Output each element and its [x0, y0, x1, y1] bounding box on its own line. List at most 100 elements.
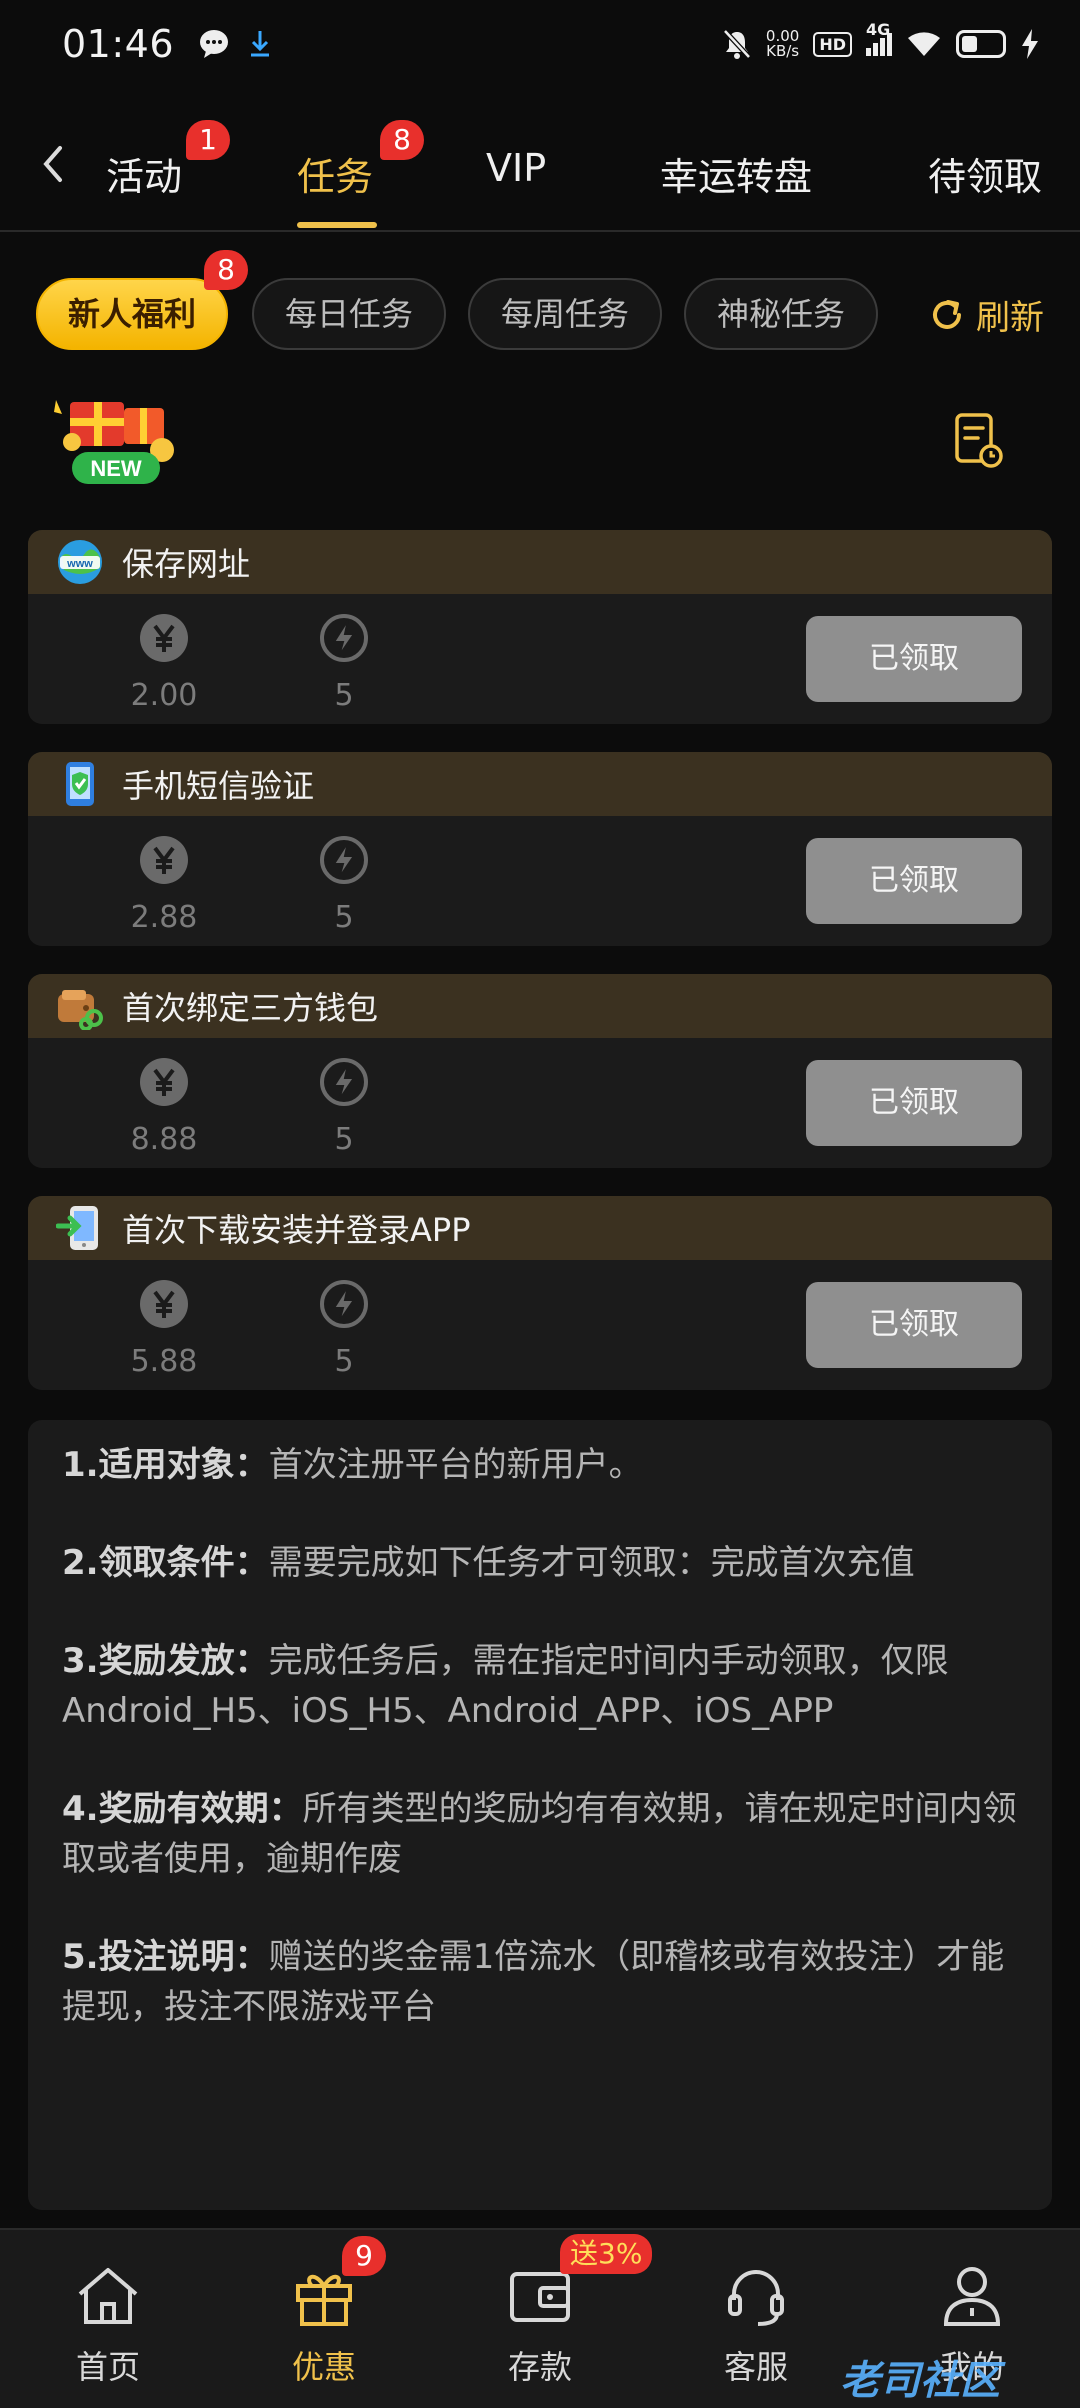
wallet-link-icon: [58, 990, 103, 1030]
rule-heading: 5.投注说明：: [62, 1937, 269, 1977]
mute-bell-icon: [723, 29, 751, 59]
money-value: 5.88: [130, 1344, 198, 1379]
net-speed-unit: KB/s: [766, 42, 800, 60]
rule-heading: 2.领取条件：: [62, 1543, 269, 1583]
rule-text: 需要完成如下任务才可领取：完成首次充值: [268, 1543, 915, 1583]
money-value: 2.88: [130, 900, 198, 935]
yen-coin-icon: [140, 836, 188, 884]
phone-shield-icon: [66, 762, 94, 806]
active-tab-indicator: [297, 222, 377, 228]
rule-heading: 4.奖励有效期：: [62, 1789, 303, 1829]
money-value: 2.00: [130, 678, 198, 713]
refresh-button[interactable]: 刷新: [928, 290, 1044, 339]
new-gift-icon: NEW: [54, 400, 174, 484]
money-reward: 5.88: [104, 1278, 224, 1379]
points-value: 5: [334, 1122, 354, 1157]
points-value: 5: [334, 1344, 354, 1379]
network-label: 4G: [866, 20, 891, 39]
lightning-icon: [320, 614, 368, 662]
chip-newbie-badge: 8: [204, 250, 248, 290]
task-title: 保存网址: [122, 545, 251, 583]
rule-item: 1.适用对象：首次注册平台的新用户。: [62, 1440, 1024, 1490]
user-icon: [943, 2267, 1001, 2326]
task-card-sms-verify: 手机短信验证 2.88 5 已领取: [28, 752, 1052, 946]
points-value: 5: [334, 900, 354, 935]
download-arrow-icon: [251, 31, 270, 57]
rule-text: 首次注册平台的新用户。: [268, 1445, 643, 1485]
claimed-button[interactable]: 已领取: [806, 838, 1022, 924]
wifi-icon: [908, 32, 940, 56]
refresh-label: 刷新: [976, 298, 1044, 338]
task-title: 首次绑定三方钱包: [122, 989, 379, 1027]
nav-customer-service[interactable]: 客服: [686, 2264, 826, 2388]
hd-badge: HD: [813, 31, 852, 57]
tab-lucky-wheel[interactable]: 幸运转盘: [660, 146, 812, 201]
new-badge-text: NEW: [90, 456, 142, 481]
points-reward: 5: [284, 834, 404, 935]
chat-bubble-icon: [200, 30, 229, 58]
tab-vip[interactable]: VIP: [486, 146, 546, 190]
net-speed: 0.00 KB/s: [766, 29, 799, 59]
rule-item: 4.奖励有效期：所有类型的奖励均有有效期，请在规定时间内领取或者使用，逾期作废: [62, 1784, 1024, 1884]
battery-icon: [956, 30, 1006, 58]
svg-text:www: www: [66, 558, 93, 570]
nav-deposit[interactable]: 存款: [470, 2264, 610, 2388]
task-title: 手机短信验证: [122, 767, 315, 805]
tab-activity[interactable]: 活动: [106, 146, 182, 201]
yen-coin-icon: [140, 1280, 188, 1328]
tab-tasks[interactable]: 任务: [297, 146, 373, 201]
points-reward: 5: [284, 612, 404, 713]
task-record-icon[interactable]: [954, 412, 1004, 468]
rule-item: 2.领取条件：需要完成如下任务才可领取：完成首次充值: [62, 1538, 1024, 1588]
lightning-icon: [320, 1058, 368, 1106]
points-value: 5: [334, 678, 354, 713]
status-time: 01:46: [62, 22, 175, 66]
lightning-icon: [320, 836, 368, 884]
refresh-icon: [933, 299, 961, 329]
www-globe-icon: www: [58, 540, 102, 584]
money-reward: 2.00: [104, 612, 224, 713]
money-reward: 8.88: [104, 1056, 224, 1157]
chip-weekly-tasks[interactable]: 每周任务: [468, 278, 662, 350]
nav-promotions[interactable]: 优惠: [254, 2264, 394, 2388]
points-reward: 5: [284, 1278, 404, 1379]
tab-tasks-badge: 8: [380, 120, 424, 160]
charging-bolt-icon: [1022, 29, 1038, 59]
money-value: 8.88: [130, 1122, 198, 1157]
back-arrow-icon[interactable]: [34, 144, 74, 184]
top-tab-bar: 活动 1 任务 8 VIP 幸运转盘 待领取: [0, 100, 1080, 232]
cell-signal: 4G: [866, 20, 892, 56]
chip-newbie-welfare[interactable]: 新人福利: [36, 278, 228, 350]
money-reward: 2.88: [104, 834, 224, 935]
nav-label: 存款: [507, 2348, 572, 2386]
chip-mystery-tasks[interactable]: 神秘任务: [684, 278, 878, 350]
lightning-icon: [320, 1280, 368, 1328]
tab-pending[interactable]: 待领取: [928, 146, 1042, 201]
rule-heading: 1.适用对象：: [62, 1445, 269, 1485]
nav-home[interactable]: 首页: [38, 2264, 178, 2388]
task-card-download-app: 首次下载安装并登录APP 5.88 5 已领取: [28, 1196, 1052, 1390]
chip-daily-tasks[interactable]: 每日任务: [252, 278, 446, 350]
rule-heading: 3.奖励发放：: [62, 1641, 269, 1681]
promotions-badge: 9: [342, 2236, 386, 2276]
nav-label: 首页: [75, 2348, 140, 2386]
yen-coin-icon: [140, 1058, 188, 1106]
phone-download-icon: [56, 1206, 98, 1250]
screen: 01:46 0.00 KB/s HD 4G 活动 1 任务 8 VIP 幸运转盘…: [0, 0, 1080, 2408]
points-reward: 5: [284, 1056, 404, 1157]
home-icon: [78, 2268, 138, 2324]
deposit-promo-badge: 送3%: [560, 2234, 653, 2274]
claimed-button[interactable]: 已领取: [806, 616, 1022, 702]
watermark-logo: 老司社区: [840, 2358, 1000, 2404]
headset-icon: [728, 2270, 784, 2326]
task-card-bind-wallet: 首次绑定三方钱包 8.88 5 已领取: [28, 974, 1052, 1168]
rule-item: 5.投注说明：赠送的奖金需1倍流水（即稽核或有效投注）才能提现，投注不限游戏平台: [62, 1932, 1024, 2032]
claimed-button[interactable]: 已领取: [806, 1060, 1022, 1146]
claimed-button[interactable]: 已领取: [806, 1282, 1022, 1368]
yen-coin-icon: [140, 614, 188, 662]
task-card-save-url: www 保存网址 2.00 5 已领取: [28, 530, 1052, 724]
status-bar: 01:46 0.00 KB/s HD 4G: [0, 0, 1080, 88]
tab-activity-badge: 1: [186, 120, 230, 160]
task-title: 首次下载安装并登录APP: [122, 1211, 471, 1249]
rules-panel: 1.适用对象：首次注册平台的新用户。 2.领取条件：需要完成如下任务才可领取：完…: [28, 1420, 1052, 2210]
